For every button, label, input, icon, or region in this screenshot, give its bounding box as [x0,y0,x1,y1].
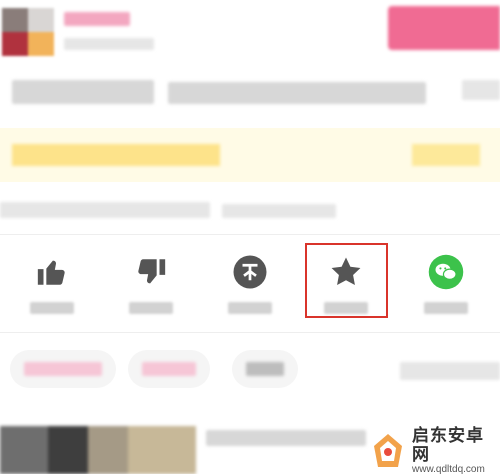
author-name[interactable] [64,12,130,26]
coin-icon [230,252,270,292]
stats-text-extra [222,204,336,218]
action-row [0,248,500,320]
like-button[interactable] [16,248,88,316]
thumbs-down-icon [131,252,171,292]
watermark-title: 启东安卓网 [412,425,484,464]
notice-banner[interactable] [0,128,500,182]
share-wechat-button[interactable] [410,248,482,316]
recommend-thumbnail-1[interactable] [0,426,196,474]
tag-2-text [142,362,196,376]
wechat-icon [426,252,466,292]
tags-more[interactable] [400,362,500,380]
notice-banner-button[interactable] [412,144,480,166]
stats-text [0,202,210,218]
tag-2[interactable] [128,350,210,388]
dislike-label [129,302,173,314]
tag-3[interactable] [232,350,298,388]
title-text-part-1 [12,80,154,104]
coin-label [228,302,272,314]
divider-top [0,234,500,235]
tag-1-text [24,362,102,376]
watermark-logo-icon [368,431,408,471]
dislike-button[interactable] [115,248,187,316]
watermark-url: www.qdltdq.com [412,464,485,474]
title-text-part-2 [168,82,426,104]
author-meta [64,38,154,50]
favorite-highlight-box [305,243,388,318]
coin-button[interactable] [214,248,286,316]
tag-1[interactable] [10,350,116,388]
like-label [30,302,74,314]
follow-button[interactable] [388,6,500,50]
share-label [424,302,468,314]
site-watermark: 启东安卓网 www.qdltdq.com [368,425,500,474]
thumbs-up-icon [32,252,72,292]
divider-bottom [0,332,500,333]
notice-banner-text [12,144,220,166]
recommend-title-1[interactable] [206,430,366,446]
title-expand[interactable] [462,80,500,100]
tag-3-text [246,362,284,376]
author-avatar[interactable] [2,8,54,56]
